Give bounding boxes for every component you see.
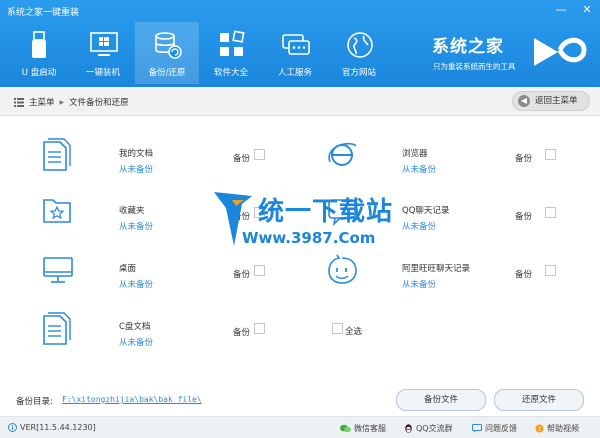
- favorites-folder-icon: [43, 199, 71, 223]
- brand-name: 系统之家: [432, 37, 504, 57]
- help-video-label: 帮助视频: [547, 424, 579, 433]
- watermark-text: 统一下载站: [258, 197, 394, 227]
- item-link-browser[interactable]: 从未备份: [402, 163, 436, 175]
- item-name-c-drive-docs: C盘文档: [119, 322, 151, 332]
- menu-list-icon: [14, 97, 24, 107]
- desktop-monitor-icon: [43, 257, 73, 283]
- nav-one-click-install[interactable]: 一键装机: [71, 22, 135, 84]
- feedback-icon: [472, 424, 482, 433]
- breadcrumb: 主菜单 ▶ 文件备份和还原: [14, 96, 129, 108]
- nav-usb-boot[interactable]: U 盘启动: [7, 22, 71, 84]
- brand-mark-icon: [534, 37, 587, 66]
- backup-checkbox-c-drive-docs[interactable]: [254, 323, 265, 334]
- help-question-icon: ?: [535, 424, 544, 433]
- nav-support[interactable]: 人工服务: [263, 22, 327, 84]
- main-nav: U 盘启动 一键装机 备份/还原 软件大全 人工服务 官方网站: [7, 22, 391, 84]
- backup-dir-path-link[interactable]: F:\xitongzhijia\bak\bak_file\: [62, 395, 202, 404]
- backup-checkbox-browser[interactable]: [545, 149, 556, 160]
- item-cb-label: 备份: [233, 154, 251, 164]
- backup-checkbox-aliwangwang[interactable]: [545, 265, 556, 276]
- backup-files-button[interactable]: 备份文件: [396, 389, 486, 411]
- back-button-label: 返回主菜单: [535, 96, 578, 106]
- feedback-label: 问题反馈: [485, 424, 517, 433]
- chat-bubbles-icon: [282, 34, 310, 55]
- title-bar[interactable]: 系统之家一键重装 — ✕: [0, 0, 600, 22]
- back-arrow-icon: ◀: [518, 95, 530, 107]
- breadcrumb-current: 文件备份和还原: [69, 98, 129, 108]
- item-cb-label: 备份: [233, 328, 251, 338]
- item-cb-label: 备份: [515, 154, 533, 164]
- breadcrumb-bar: 主菜单 ▶ 文件备份和还原 ◀ 返回主菜单: [0, 87, 600, 116]
- nav-label: 软件大全: [213, 68, 248, 78]
- item-name-favorites: 收藏夹: [119, 206, 145, 216]
- backup-checkbox-documents[interactable]: [254, 149, 265, 160]
- backup-checkbox-qq-chat[interactable]: [545, 207, 556, 218]
- help-video-link[interactable]: ? 帮助视频: [535, 423, 579, 434]
- watermark: 统一下载站 Www.3987.Com: [212, 190, 412, 260]
- nav-label: 官方网站: [341, 68, 376, 78]
- item-link-favorites[interactable]: 从未备份: [119, 220, 153, 232]
- version-info: VER[11.5.44.1230]: [8, 423, 96, 432]
- window-title: 系统之家一键重装: [7, 8, 80, 18]
- nav-software[interactable]: 软件大全: [199, 22, 263, 84]
- wechat-label: 微信客服: [354, 424, 386, 433]
- item-name-documents: 我的文档: [119, 149, 154, 159]
- item-name-aliwangwang: 阿里旺旺聊天记录: [402, 264, 471, 274]
- wechat-support-link[interactable]: 微信客服: [340, 423, 386, 434]
- info-icon: [8, 423, 17, 432]
- item-cb-label: 备份: [515, 270, 533, 280]
- item-cb-label: 备份: [515, 212, 533, 222]
- item-link-c-drive-docs[interactable]: 从未备份: [119, 336, 153, 348]
- restore-files-button[interactable]: 还原文件: [494, 389, 584, 411]
- header: 系统之家一键重装 — ✕ U 盘启动 一键装机 备份/还原 软件大全 人工服务 …: [0, 0, 600, 87]
- backup-dir-label: 备份目录:: [16, 397, 53, 407]
- item-name-desktop: 桌面: [119, 264, 137, 274]
- qq-penguin-icon: [405, 423, 412, 433]
- database-restore-icon: [155, 32, 182, 59]
- svg-text:?: ?: [538, 425, 541, 433]
- documents-icon: [43, 138, 71, 171]
- item-link-documents[interactable]: 从未备份: [119, 163, 153, 175]
- backup-items-panel: 我的文档 从未备份 备份 浏览器 从未备份 备份 收藏夹 从未备份 备份 QQ聊…: [0, 116, 600, 416]
- feedback-link[interactable]: 问题反馈: [472, 423, 517, 434]
- backup-checkbox-desktop[interactable]: [254, 265, 265, 276]
- nav-label: 一键装机: [85, 68, 120, 78]
- usb-drive-icon: [32, 31, 46, 58]
- watermark-url: Www.3987.Com: [242, 229, 376, 247]
- brand-slogan: 只为重装系统而生的工具: [433, 62, 516, 71]
- version-text: VER[11.5.44.1230]: [20, 423, 96, 432]
- nav-label: 人工服务: [277, 68, 312, 78]
- breadcrumb-separator: ▶: [59, 98, 65, 106]
- c-drive-documents-icon: [43, 312, 71, 345]
- item-link-desktop[interactable]: 从未备份: [119, 278, 153, 290]
- globe-icon: [347, 32, 373, 58]
- nav-official-site[interactable]: 官方网站: [327, 22, 391, 84]
- item-cb-label: 备份: [233, 270, 251, 280]
- brand-logo: 系统之家 只为重装系统而生的工具: [432, 32, 592, 76]
- minimize-button[interactable]: —: [554, 3, 568, 17]
- close-button[interactable]: ✕: [580, 3, 594, 17]
- apps-grid-icon: [220, 30, 245, 56]
- select-all-checkbox[interactable]: [332, 323, 343, 334]
- breadcrumb-home[interactable]: 主菜单: [29, 96, 55, 108]
- wechat-icon: [340, 424, 351, 433]
- select-all-label: 全选: [345, 327, 363, 337]
- ie-browser-icon: [328, 142, 357, 166]
- nav-backup-restore[interactable]: 备份/还原: [135, 22, 199, 84]
- nav-label: U 盘启动: [21, 68, 57, 78]
- windows-monitor-icon: [90, 32, 118, 56]
- app-window: 系统之家一键重装 — ✕ U 盘启动 一键装机 备份/还原 软件大全 人工服务 …: [0, 0, 600, 438]
- back-to-main-menu-button[interactable]: ◀ 返回主菜单: [512, 91, 590, 111]
- item-name-browser: 浏览器: [402, 149, 428, 159]
- qq-group-link[interactable]: QQ交流群: [404, 423, 453, 434]
- status-bar: VER[11.5.44.1230] 微信客服 QQ交流群 问题反馈 ? 帮助视频: [0, 416, 600, 438]
- qq-group-label: QQ交流群: [416, 424, 453, 433]
- nav-label: 备份/还原: [148, 68, 186, 78]
- item-link-aliwangwang[interactable]: 从未备份: [402, 278, 436, 290]
